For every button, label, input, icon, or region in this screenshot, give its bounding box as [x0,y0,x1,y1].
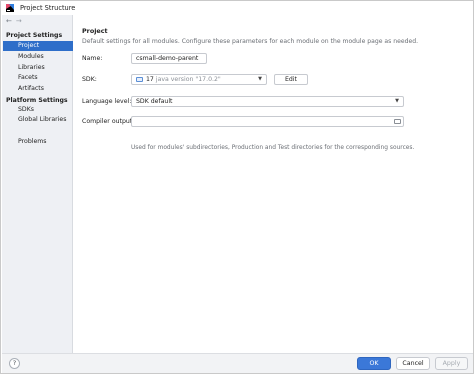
name-label: Name: [82,55,103,62]
title-bar: Project Structure [1,1,473,15]
back-arrow-icon[interactable]: ← [6,17,12,26]
ok-button[interactable]: OK [357,357,391,370]
project-name-field[interactable]: csmall-demo-parent [131,53,207,64]
forward-arrow-icon[interactable]: → [16,17,22,26]
language-level-value: SDK default [136,98,173,105]
compiler-output-label: Compiler output: [82,118,135,125]
platform-settings-header: Platform Settings [6,97,68,104]
dialog-footer: ? OK Cancel Apply [2,353,473,373]
help-button[interactable]: ? [9,358,20,369]
sdk-version: 17 [146,76,154,83]
chevron-down-icon: ▼ [395,98,399,104]
apply-button[interactable]: Apply [435,357,468,370]
nav-arrows: ← → [6,17,22,26]
sdk-edit-button[interactable]: Edit [274,74,308,85]
sidebar-item-modules[interactable]: Modules [3,52,73,62]
sidebar-item-global-libraries[interactable]: Global Libraries [3,115,73,125]
compiler-output-field[interactable] [131,116,404,127]
sdk-folder-icon [136,77,143,82]
project-structure-window: Project Structure ← → Project Settings P… [0,0,474,374]
cancel-button[interactable]: Cancel [396,357,430,370]
browse-folder-icon[interactable] [394,119,401,124]
sdk-label: SDK: [82,76,97,83]
sidebar-item-artifacts[interactable]: Artifacts [3,84,73,94]
project-settings-header: Project Settings [6,32,63,39]
sidebar-item-libraries[interactable]: Libraries [3,63,73,73]
compiler-output-hint: Used for modules' subdirectories, Produc… [131,145,415,151]
sdk-detail: java version "17.0.2" [155,76,221,83]
page-title: Project [82,27,108,35]
sidebar-item-project[interactable]: Project [3,41,73,51]
sidebar-item-sdks[interactable]: SDKs [3,105,73,115]
page-description: Default settings for all modules. Config… [82,38,419,45]
intellij-logo-icon [6,4,14,12]
project-settings-panel: Project Default settings for all modules… [74,15,473,353]
sidebar: ← → Project Settings Project Modules Lib… [2,15,73,353]
sidebar-item-problems[interactable]: Problems [3,137,73,147]
sidebar-item-facets[interactable]: Facets [3,73,73,83]
language-level-label: Language level: [82,98,132,105]
sdk-select[interactable]: 17 java version "17.0.2" ▼ [131,74,267,85]
language-level-select[interactable]: SDK default ▼ [131,96,404,107]
window-title: Project Structure [20,4,76,12]
chevron-down-icon: ▼ [258,76,262,82]
